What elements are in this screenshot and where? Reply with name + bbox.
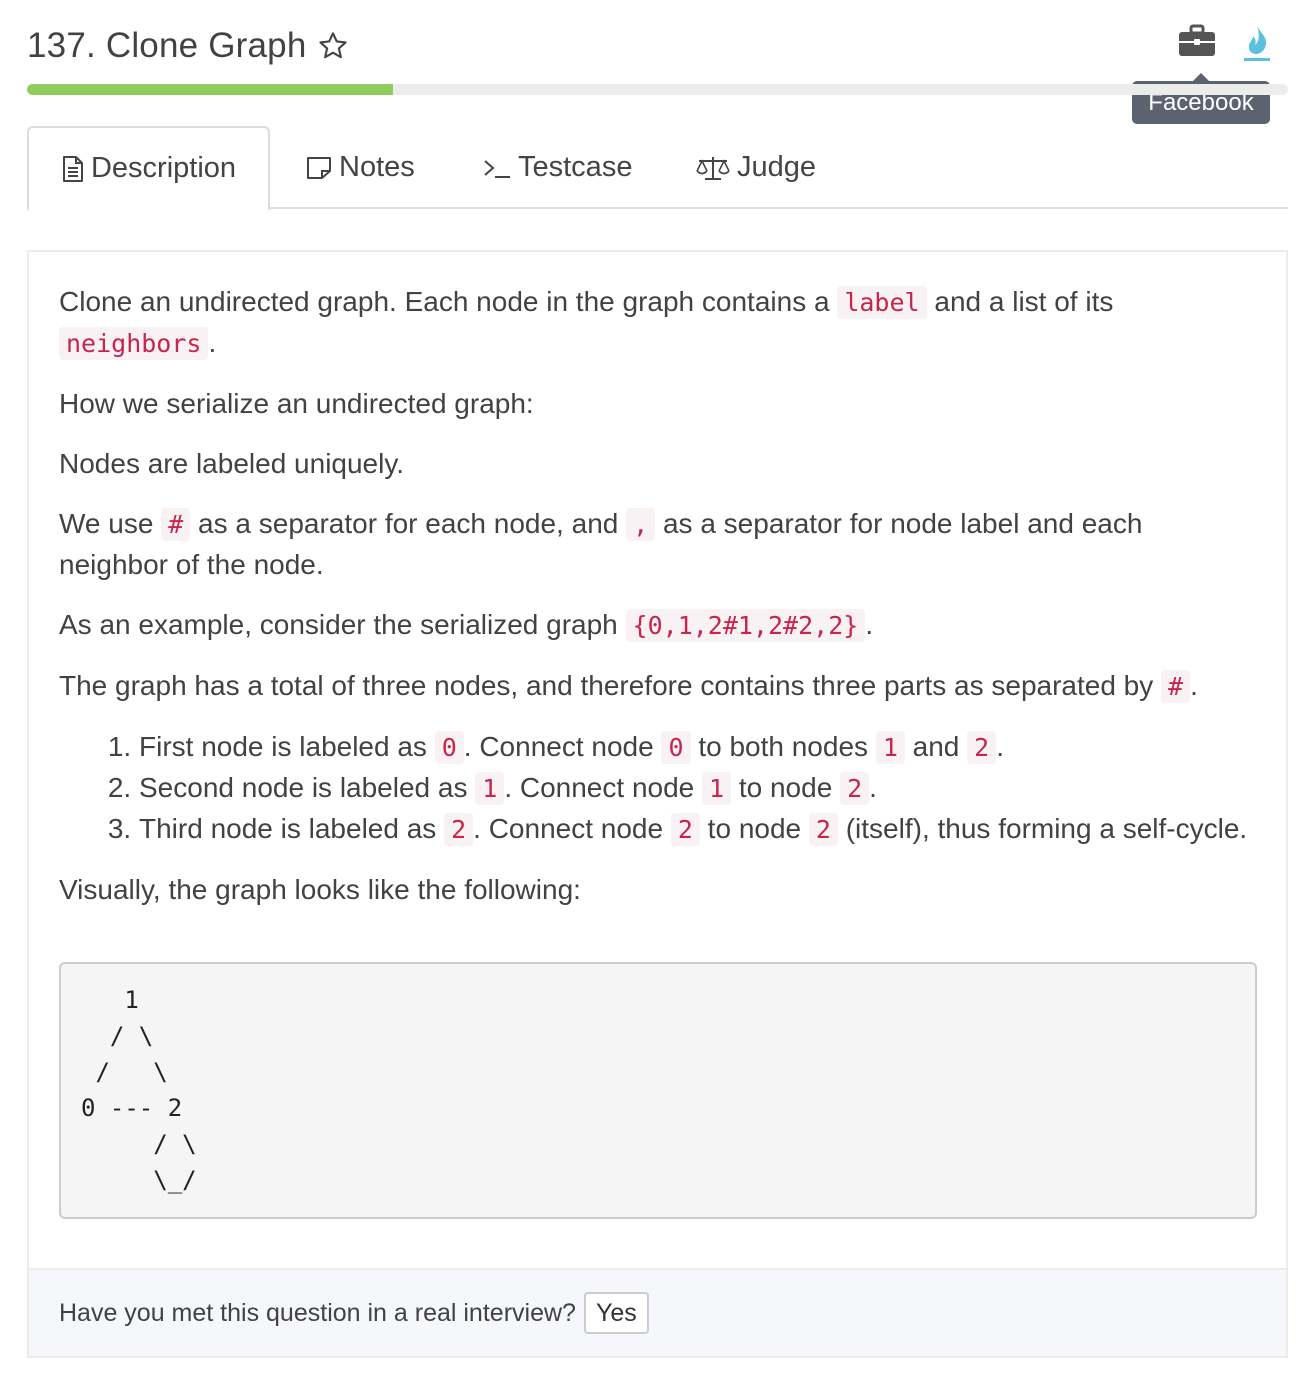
text: to node: [731, 772, 841, 803]
text: (itself), thus forming a self-cycle.: [837, 813, 1248, 844]
text: . Connect node: [463, 731, 662, 762]
problem-description: Clone an undirected graph. Each node in …: [59, 282, 1259, 930]
inline-code: 1: [875, 731, 905, 764]
inline-code: 2: [444, 813, 474, 846]
paragraph: Nodes are labeled uniquely.: [59, 448, 405, 479]
list-item: First node is labeled as 0. Connect node…: [139, 727, 1259, 768]
description-panel: Clone an undirected graph. Each node in …: [27, 250, 1288, 1358]
yes-button[interactable]: Yes: [583, 1292, 649, 1334]
text: .: [865, 609, 874, 640]
text: .: [1190, 670, 1198, 701]
briefcase-icon[interactable]: [1178, 24, 1216, 58]
tab-label: Notes: [339, 151, 415, 183]
paragraph: We use # as a separator for each node, a…: [59, 504, 1259, 585]
steps-list: First node is labeled as 0. Connect node…: [59, 727, 1259, 850]
tab-notes[interactable]: Notes: [305, 126, 415, 209]
document-icon: [61, 155, 85, 183]
text: As an example, consider the serialized g…: [59, 609, 626, 640]
interview-footer: Have you met this question in a real int…: [29, 1268, 1286, 1356]
text: . Connect node: [504, 772, 703, 803]
inline-code: #: [1161, 670, 1191, 703]
paragraph: As an example, consider the serialized g…: [59, 605, 1259, 646]
text: .: [208, 327, 217, 358]
inline-code: neighbors: [59, 327, 209, 360]
inline-code: 2: [840, 772, 870, 805]
text: Clone an undirected graph. Each node in …: [59, 286, 838, 317]
inline-code: 1: [475, 772, 505, 805]
inline-code: 1: [702, 772, 732, 805]
inline-code: 0: [661, 731, 691, 764]
tab-label: Judge: [737, 151, 817, 183]
inline-code: 0: [434, 731, 464, 764]
text: .: [996, 731, 1004, 762]
inline-code: 2: [967, 731, 997, 764]
text: as a separator for each node, and: [190, 508, 627, 539]
tab-bar: Description Notes Testcase Judge: [27, 126, 1288, 211]
text: to both nodes: [690, 731, 876, 762]
terminal-icon: [482, 155, 512, 181]
tab-label: Description: [90, 152, 237, 184]
page-title: 137. Clone Graph: [27, 26, 307, 65]
text: Third node is labeled as: [139, 813, 445, 844]
text: The graph has a total of three nodes, an…: [59, 670, 1162, 701]
note-icon: [305, 155, 333, 181]
text: .: [869, 772, 877, 803]
text: and: [904, 731, 968, 762]
interview-question: Have you met this question in a real int…: [59, 1298, 576, 1327]
header-icons: [1178, 24, 1270, 61]
star-outline-icon[interactable]: [317, 30, 349, 62]
inline-code: #: [161, 508, 191, 541]
list-item: Second node is labeled as 1. Connect nod…: [139, 768, 1259, 809]
inline-code: 2: [808, 813, 838, 846]
text: First node is labeled as: [139, 731, 435, 762]
list-item: Third node is labeled as 2. Connect node…: [139, 809, 1259, 850]
paragraph: Visually, the graph looks like the follo…: [59, 874, 581, 905]
inline-code: 2: [670, 813, 700, 846]
paragraph: Clone an undirected graph. Each node in …: [59, 282, 1259, 364]
inline-code: ,: [626, 508, 656, 541]
paragraph: How we serialize an undirected graph:: [59, 388, 534, 419]
scale-icon: [695, 154, 731, 182]
tab-label: Testcase: [518, 151, 633, 183]
paragraph: The graph has a total of three nodes, an…: [59, 666, 1259, 707]
tab-description[interactable]: Description: [27, 126, 270, 211]
text: We use: [59, 508, 162, 539]
graph-diagram: 1 / \ / \ 0 --- 2 / \ \_/: [59, 962, 1257, 1219]
inline-code: label: [837, 286, 927, 319]
text: Second node is labeled as: [139, 772, 476, 803]
progress-bar: [27, 84, 1288, 95]
tab-testcase[interactable]: Testcase: [482, 126, 632, 209]
progress-fill: [27, 84, 393, 95]
tab-judge[interactable]: Judge: [695, 126, 816, 209]
title-row: 137. Clone Graph: [27, 22, 349, 70]
text: and a list of its: [926, 286, 1114, 317]
flame-icon[interactable]: [1244, 24, 1270, 61]
inline-code: {0,1,2#1,2#2,2}: [625, 609, 866, 642]
text: to node: [699, 813, 809, 844]
text: . Connect node: [473, 813, 671, 844]
